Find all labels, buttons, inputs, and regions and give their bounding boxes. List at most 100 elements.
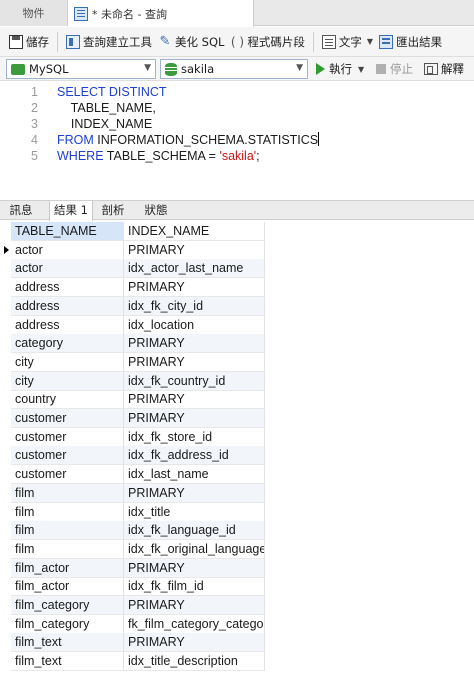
cell-table-name[interactable]: film (11, 483, 124, 503)
cell-table-name[interactable]: city (11, 371, 124, 391)
column-header-table-name[interactable]: TABLE_NAME (11, 222, 124, 241)
table-row[interactable]: city PRIMARY (0, 352, 474, 372)
cell-table-name[interactable]: actor (11, 259, 124, 279)
table-row[interactable]: city idx_fk_country_id (0, 371, 474, 391)
cell-index-name[interactable]: idx_fk_address_id (124, 446, 265, 466)
cell-table-name[interactable]: customer (11, 427, 124, 447)
row-indicator[interactable] (0, 633, 11, 652)
code-snippet-button[interactable]: ( ) 程式碼片段 (227, 30, 308, 54)
table-row[interactable]: film_category fk_film_category_category (0, 614, 474, 634)
row-indicator[interactable] (0, 409, 11, 428)
table-row[interactable]: country PRIMARY (0, 390, 474, 410)
cell-table-name[interactable]: film (11, 521, 124, 541)
cell-table-name[interactable]: address (11, 296, 124, 316)
table-row[interactable]: customer idx_last_name (0, 465, 474, 485)
cell-index-name[interactable]: PRIMARY (124, 558, 265, 578)
cell-index-name[interactable]: fk_film_category_category (124, 614, 265, 634)
explain-button[interactable]: 解釋 (424, 61, 464, 77)
table-row[interactable]: film_text idx_title_description (0, 652, 474, 672)
column-header-index-name[interactable]: INDEX_NAME (124, 222, 265, 241)
cell-index-name[interactable]: PRIMARY (124, 409, 265, 428)
beautify-sql-button[interactable]: ✎ 美化 SQL (155, 30, 227, 54)
cell-index-name[interactable]: idx_title (124, 502, 265, 522)
tab-untitled-query[interactable]: * 未命名 - 查詢 (68, 0, 254, 27)
cell-index-name[interactable]: PRIMARY (124, 240, 265, 260)
row-indicator[interactable] (0, 652, 11, 671)
row-indicator[interactable] (0, 577, 11, 596)
table-row[interactable]: film idx_fk_original_language_i (0, 539, 474, 559)
connection-select[interactable]: MySQL ▼ (6, 59, 156, 79)
cell-index-name[interactable]: PRIMARY (124, 483, 265, 503)
row-indicator[interactable] (0, 390, 11, 409)
cell-table-name[interactable]: film (11, 539, 124, 559)
table-row[interactable]: address idx_location (0, 315, 474, 335)
row-indicator[interactable] (0, 259, 11, 278)
save-button[interactable]: 儲存 (6, 30, 52, 54)
cell-table-name[interactable]: film (11, 502, 124, 522)
cell-table-name[interactable]: customer (11, 409, 124, 428)
table-row[interactable]: address idx_fk_city_id (0, 296, 474, 316)
cell-index-name[interactable]: PRIMARY (124, 352, 265, 372)
table-row[interactable]: film idx_title (0, 502, 474, 522)
cell-table-name[interactable]: film_text (11, 633, 124, 653)
row-indicator[interactable] (0, 559, 11, 578)
cell-index-name[interactable]: idx_last_name (124, 465, 265, 485)
cell-index-name[interactable]: idx_fk_city_id (124, 296, 265, 316)
row-indicator[interactable] (0, 428, 11, 447)
cell-table-name[interactable]: customer (11, 446, 124, 466)
table-row[interactable]: film PRIMARY (0, 483, 474, 503)
table-row[interactable]: film_text PRIMARY (0, 633, 474, 653)
table-row[interactable]: film_category PRIMARY (0, 596, 474, 615)
table-row[interactable]: film_actor idx_fk_film_id (0, 577, 474, 597)
cell-index-name[interactable]: PRIMARY (124, 390, 265, 410)
table-row[interactable]: film idx_fk_language_id (0, 521, 474, 541)
row-indicator[interactable] (0, 540, 11, 559)
database-select[interactable]: sakila ▼ (160, 59, 308, 79)
text-mode-button[interactable]: 文字 ▼ (319, 30, 376, 54)
cell-index-name[interactable]: idx_fk_store_id (124, 427, 265, 447)
table-row[interactable]: customer idx_fk_address_id (0, 446, 474, 466)
tab-status[interactable]: 狀態 (138, 201, 174, 220)
cell-table-name[interactable]: actor (11, 240, 124, 260)
table-row[interactable]: category PRIMARY (0, 334, 474, 354)
tab-profile[interactable]: 剖析 (96, 201, 130, 220)
cell-table-name[interactable]: film_actor (11, 577, 124, 597)
row-indicator[interactable] (0, 503, 11, 522)
cell-table-name[interactable]: country (11, 390, 124, 410)
table-row[interactable]: actor idx_actor_last_name (0, 259, 474, 279)
cell-table-name[interactable]: film_category (11, 614, 124, 634)
tab-objects[interactable]: 物件 (0, 0, 68, 26)
cell-table-name[interactable]: city (11, 352, 124, 372)
tab-result-1[interactable]: 結果 1 (49, 201, 93, 221)
row-indicator[interactable] (0, 297, 11, 316)
sql-editor[interactable]: 1 SELECT DISTINCT 2 TABLE_NAME, 3 INDEX_… (0, 82, 474, 200)
table-row[interactable]: customer PRIMARY (0, 409, 474, 428)
run-button[interactable]: 執行 ▼ (316, 61, 364, 77)
row-indicator[interactable] (0, 484, 11, 503)
cell-index-name[interactable]: idx_fk_country_id (124, 371, 265, 391)
cell-table-name[interactable]: film_category (11, 596, 124, 615)
cell-table-name[interactable]: category (11, 334, 124, 354)
cell-index-name[interactable]: PRIMARY (124, 596, 265, 615)
row-indicator[interactable] (0, 372, 11, 391)
cell-index-name[interactable]: idx_fk_film_id (124, 577, 265, 597)
row-indicator[interactable] (0, 334, 11, 353)
export-results-button[interactable]: 匯出結果 (376, 30, 445, 54)
cell-index-name[interactable]: PRIMARY (124, 278, 265, 298)
row-indicator[interactable] (0, 521, 11, 540)
stop-button[interactable]: 停止 (376, 61, 413, 77)
cell-index-name[interactable]: idx_fk_original_language_i (124, 539, 265, 559)
table-row[interactable]: address PRIMARY (0, 278, 474, 298)
cell-index-name[interactable]: idx_fk_language_id (124, 521, 265, 541)
cell-table-name[interactable]: film_text (11, 652, 124, 672)
row-indicator[interactable] (0, 316, 11, 335)
cell-index-name[interactable]: idx_location (124, 315, 265, 335)
row-indicator[interactable] (0, 446, 11, 465)
cell-index-name[interactable]: PRIMARY (124, 633, 265, 653)
table-row[interactable]: customer idx_fk_store_id (0, 427, 474, 447)
cell-index-name[interactable]: idx_actor_last_name (124, 259, 265, 279)
table-row[interactable]: film_actor PRIMARY (0, 558, 474, 578)
chevron-down-icon[interactable]: ▼ (358, 65, 364, 74)
row-indicator[interactable] (0, 353, 11, 372)
tab-messages[interactable]: 訊息 (4, 201, 38, 220)
